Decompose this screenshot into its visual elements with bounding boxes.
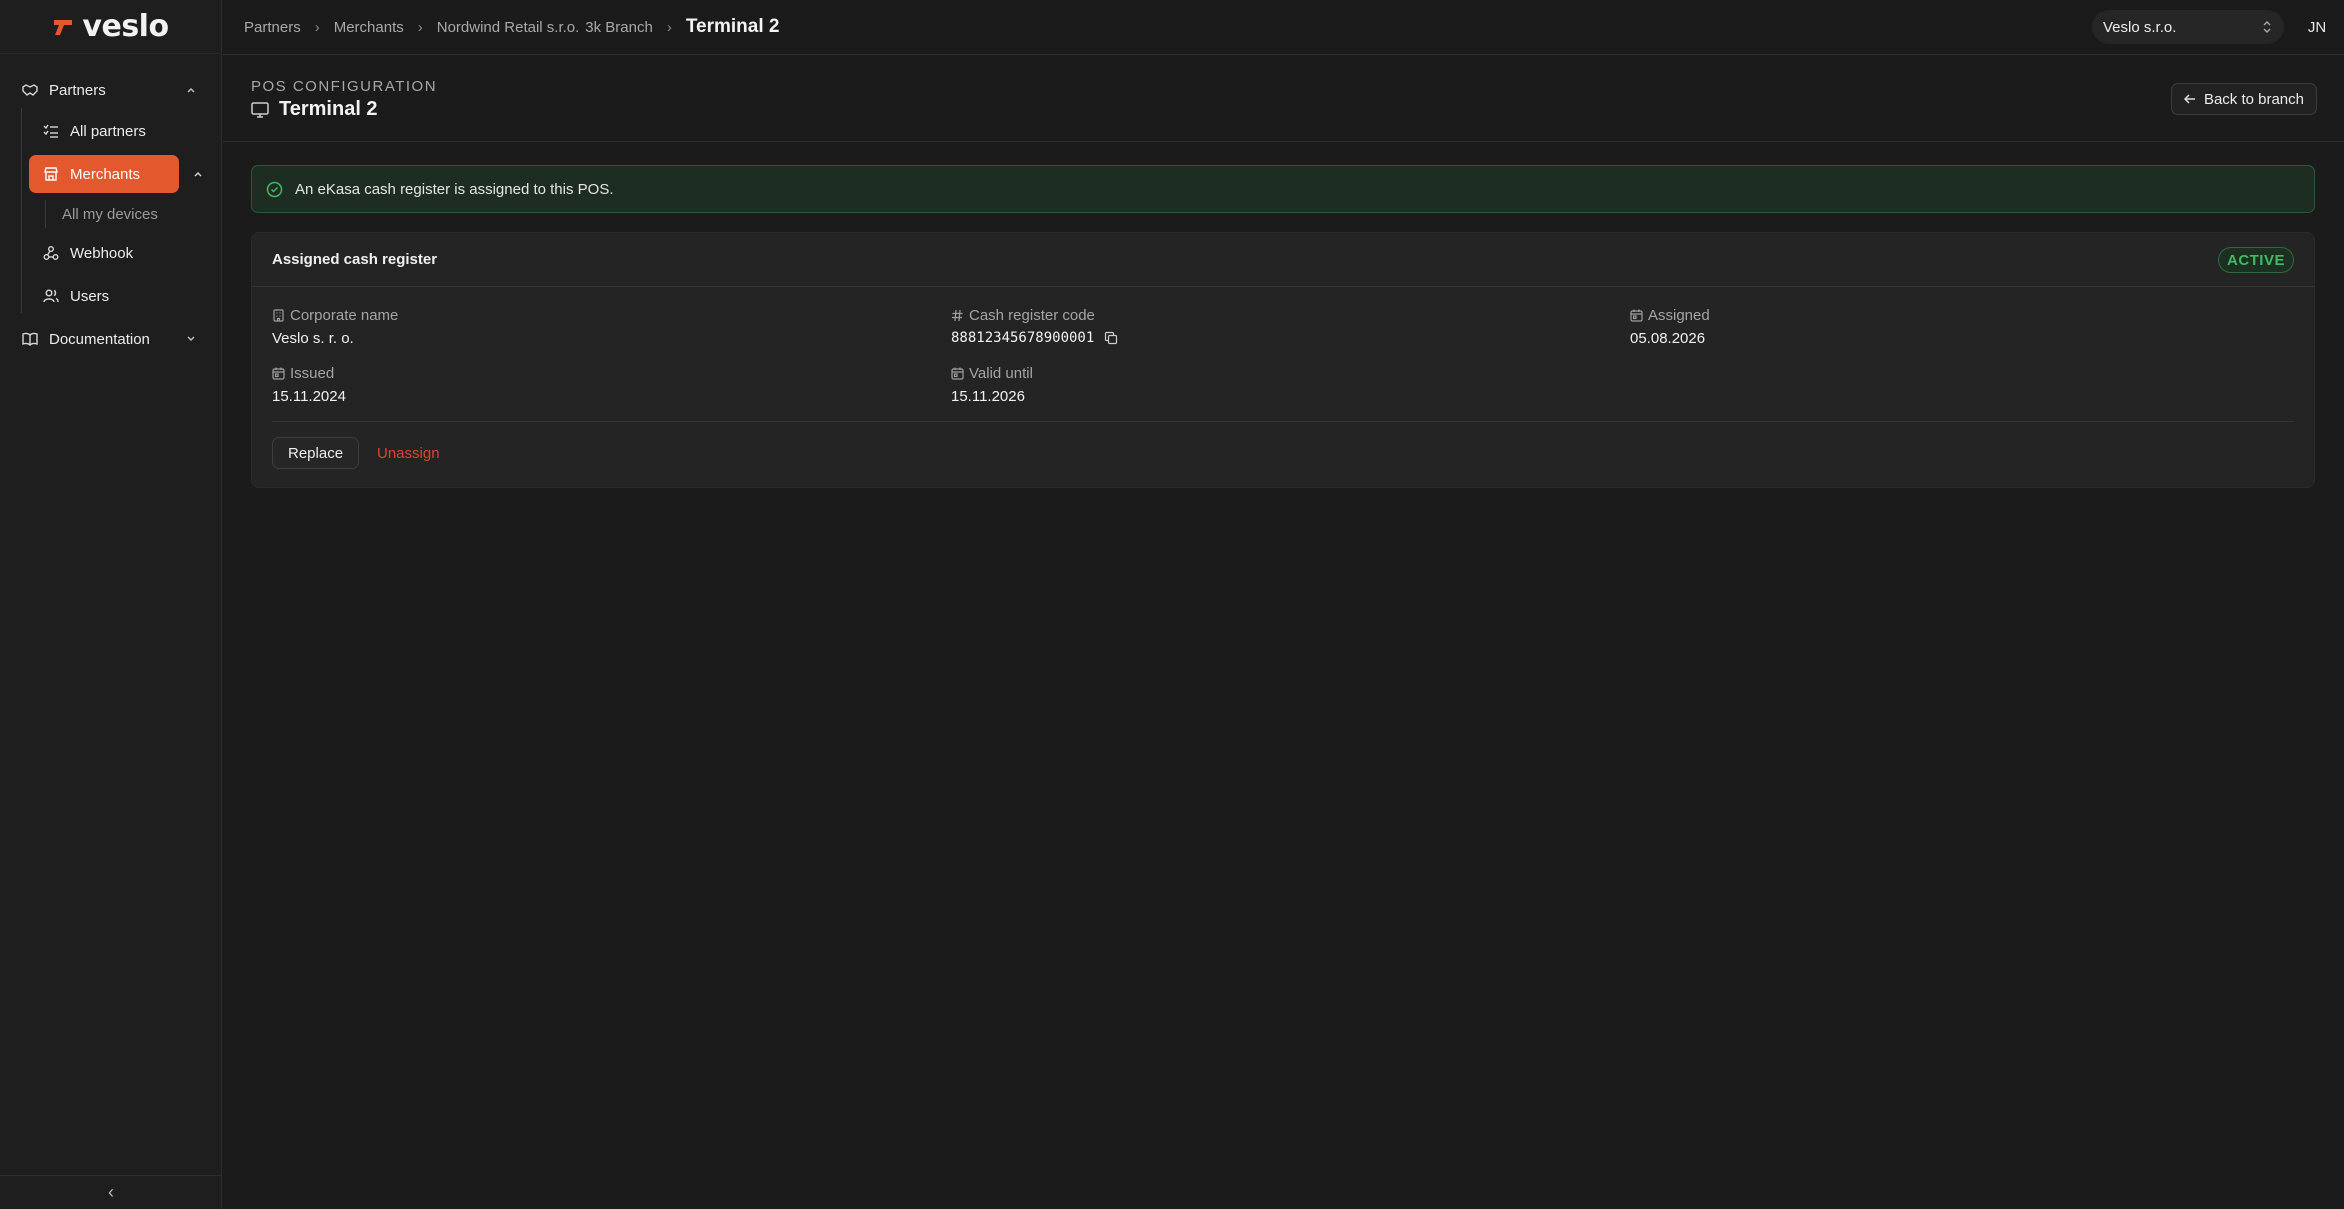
breadcrumb-current: Terminal 2 [685, 16, 780, 37]
brand-logo[interactable]: veslo [0, 0, 221, 54]
store-icon [44, 167, 58, 181]
chevron-up-icon[interactable] [193, 169, 203, 179]
sidebar-item-documentation[interactable]: Documentation [22, 329, 202, 349]
avatar-initials: JN [2307, 18, 2327, 36]
sidebar-item-webhook[interactable]: Webhook [43, 243, 193, 263]
cash-register-code-value: 88812345678900001 [951, 330, 1095, 346]
back-to-branch-label: Back to branch [2203, 90, 2304, 108]
field-cash-register-code: Cash register code 88812345678900001 [951, 307, 1118, 346]
breadcrumb-branch[interactable]: 3k Branch [585, 19, 653, 36]
field-value: 05.08.2026 [1630, 330, 1706, 347]
breadcrumb-merchants[interactable]: Merchants [334, 19, 404, 36]
webhook-icon [43, 246, 59, 260]
chevron-right-icon: › [666, 18, 672, 36]
field-issued: Issued 15.11.2024 [272, 365, 346, 405]
field-label: Valid until [951, 365, 1033, 382]
sidebar-item-partners[interactable]: Partners [22, 80, 202, 100]
field-label: Corporate name [272, 307, 398, 324]
field-label: Assigned [1630, 307, 1710, 324]
field-label: Issued [272, 365, 346, 382]
calendar-icon [951, 367, 964, 380]
sidebar-item-users[interactable]: Users [43, 286, 193, 306]
copy-icon[interactable] [1104, 331, 1118, 345]
tree-line [45, 200, 46, 228]
topbar: Partners › Merchants › Nordwind Retail s… [223, 0, 2344, 55]
field-label-text: Corporate name [290, 307, 399, 324]
sidebar: veslo Partners All partners Merchants Al… [0, 0, 222, 1209]
sidebar-item-merchants-content[interactable]: Merchants [43, 164, 203, 184]
building-icon [273, 309, 284, 322]
back-to-branch-button[interactable]: Back to branch [2170, 83, 2317, 115]
field-value: Veslo s. r. o. [272, 330, 354, 347]
field-valid-until: Valid until 15.11.2026 [951, 365, 1033, 405]
field-assigned: Assigned 05.08.2026 [1630, 307, 1710, 347]
collapse-sidebar-button[interactable]: ‹ [0, 1175, 222, 1209]
check-circle-icon [266, 181, 283, 197]
sidebar-item-all-my-devices[interactable]: All my devices [62, 204, 202, 224]
field-label-text: Issued [290, 365, 335, 382]
tree-line [21, 108, 22, 313]
status-badge: ACTIVE [2217, 247, 2294, 273]
hash-icon [952, 309, 963, 322]
users-icon [43, 289, 59, 303]
page-title: Terminal 2 [251, 98, 378, 121]
chevron-down-icon[interactable] [186, 334, 196, 344]
field-corporate-name: Corporate name Veslo s. r. o. [272, 307, 398, 347]
sidebar-item-label: Users [70, 287, 110, 305]
chevron-up-icon[interactable] [186, 85, 196, 95]
assigned-cash-register-card: Assigned cash register ACTIVE Corporate … [251, 232, 2315, 488]
sidebar-item-label: Documentation [49, 330, 150, 348]
sidebar-item-label: All partners [70, 122, 146, 140]
field-value: 88812345678900001 [951, 330, 1118, 346]
breadcrumb-partners[interactable]: Partners [244, 19, 301, 36]
organization-select-value: Veslo s.r.o. [2103, 18, 2177, 36]
calendar-icon [1630, 309, 1643, 322]
breadcrumb: Partners › Merchants › Nordwind Retail s… [244, 16, 779, 38]
field-label-text: Valid until [969, 365, 1033, 382]
page-eyebrow: POS CONFIGURATION [251, 78, 438, 95]
organization-select[interactable]: Veslo s.r.o. [2092, 10, 2284, 44]
card-divider [272, 421, 2294, 422]
veslo-logo-icon [54, 19, 73, 35]
handshake-icon [22, 84, 38, 96]
sidebar-item-label: Webhook [70, 244, 134, 262]
arrow-left-icon [2183, 94, 2195, 104]
monitor-icon [251, 101, 269, 118]
breadcrumb-merchant[interactable]: Nordwind Retail s.r.o. [437, 19, 580, 36]
page-header: POS CONFIGURATION Terminal 2 Back to bra… [223, 56, 2344, 142]
sidebar-item-label: All my devices [62, 205, 158, 223]
unassign-button[interactable]: Unassign [377, 437, 440, 469]
brand-name: veslo [82, 9, 169, 44]
sidebar-item-label: Partners [49, 81, 106, 99]
chevron-left-icon: ‹ [108, 1182, 114, 1202]
field-label: Cash register code [951, 307, 1118, 324]
replace-button[interactable]: Replace [272, 437, 360, 469]
alert-text: An eKasa cash register is assigned to th… [295, 180, 614, 198]
field-value: 15.11.2026 [951, 388, 1025, 405]
list-check-icon [43, 124, 58, 138]
field-label-text: Cash register code [969, 307, 1095, 324]
chevron-updown-icon [2263, 21, 2271, 33]
card-header: Assigned cash register ACTIVE [252, 233, 2314, 287]
chevron-right-icon: › [314, 18, 320, 36]
page-title-text: Terminal 2 [279, 98, 378, 120]
calendar-icon [272, 367, 285, 380]
sidebar-item-label: Merchants [70, 165, 141, 183]
success-alert: An eKasa cash register is assigned to th… [251, 165, 2315, 213]
avatar[interactable]: JN [2300, 10, 2334, 44]
chevron-right-icon: › [417, 18, 423, 36]
book-icon [22, 332, 38, 346]
field-value: 15.11.2024 [272, 388, 346, 405]
field-label-text: Assigned [1648, 307, 1710, 324]
card-title: Assigned cash register [272, 251, 438, 268]
sidebar-item-all-partners[interactable]: All partners [43, 121, 193, 141]
